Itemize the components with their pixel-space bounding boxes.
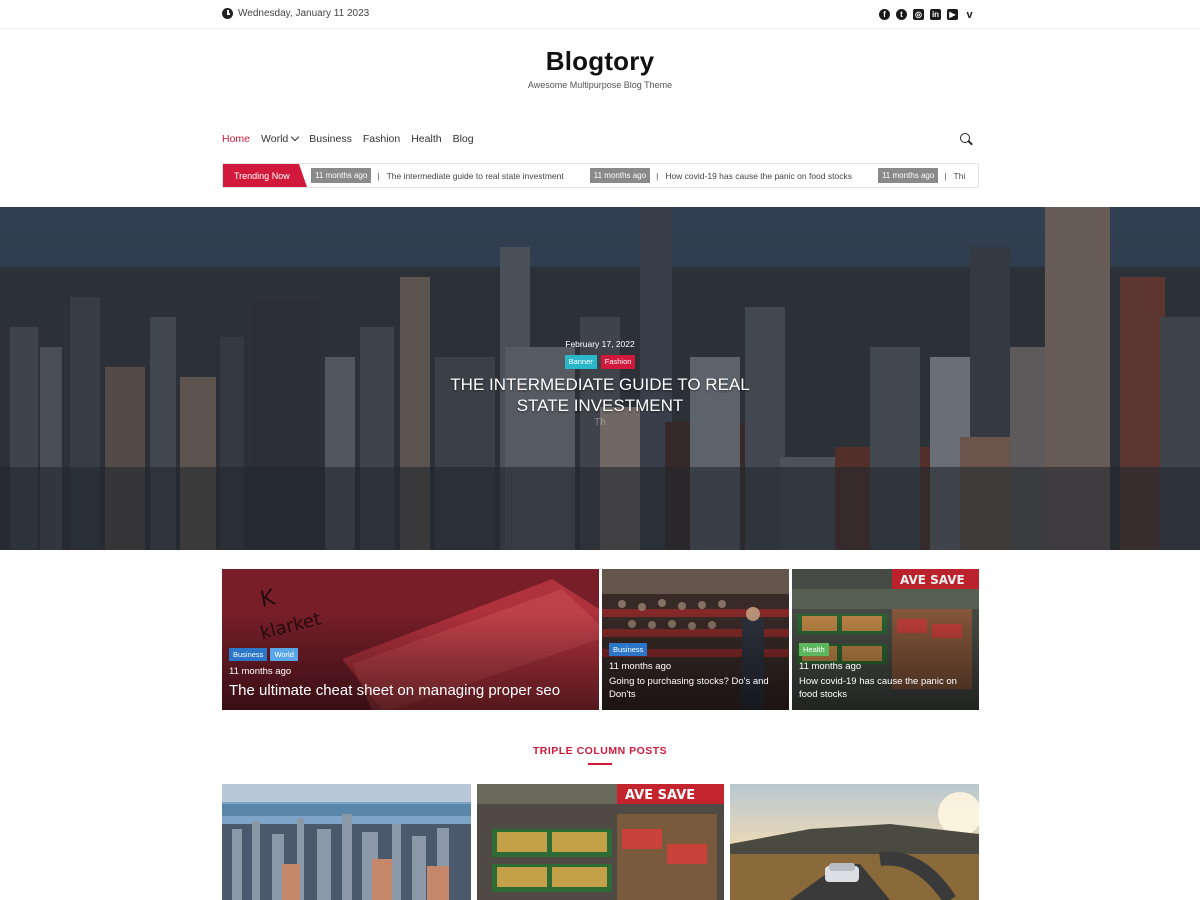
hero-title[interactable]: THE INTERMEDIATE GUIDE TO REAL STATE INV… <box>440 374 760 416</box>
nav-item-blog[interactable]: Blog <box>453 133 474 145</box>
section-title-underline <box>588 763 612 765</box>
hero-content: February 17, 2022 Banner Fashion THE INT… <box>0 339 1200 428</box>
section-title: TRIPLE COLUMN POSTS <box>532 745 668 757</box>
hero-date: February 17, 2022 <box>565 339 635 349</box>
featured-post-meta: Business 11 months ago Going to purchasi… <box>609 642 782 702</box>
trending-item[interactable]: 11 months ago | The intermediate guide t… <box>311 168 564 183</box>
site-tagline: Awesome Multipurpose Blog Theme <box>527 80 673 90</box>
nav-item-home[interactable]: Home <box>222 133 250 145</box>
city-aerial-image <box>222 784 471 900</box>
category-badge-world[interactable]: World <box>270 647 298 661</box>
linkedin-icon[interactable]: in <box>930 9 941 20</box>
site-title[interactable]: Blogtory <box>0 46 1200 77</box>
date-text: Wednesday, January 11 2023 <box>238 8 370 19</box>
road-car-image <box>730 784 979 900</box>
category-badge-business[interactable]: Business <box>229 647 268 661</box>
trending-label: Trending Now <box>223 164 307 187</box>
trending-items: 11 months ago | The intermediate guide t… <box>311 168 978 183</box>
post-thumbnail[interactable] <box>222 784 471 900</box>
post-date: 11 months ago <box>229 666 292 677</box>
post-date: 11 months ago <box>609 661 672 672</box>
trending-item-date: 11 months ago <box>311 168 372 183</box>
nav-item-world[interactable]: World <box>261 132 300 145</box>
post-title[interactable]: How covid-19 has cause the panic on food… <box>799 675 972 701</box>
trending-item-date: 11 months ago <box>589 168 651 183</box>
post-thumbnail[interactable] <box>730 784 979 900</box>
featured-post-large[interactable]: K klarket Business World 11 months ago T… <box>222 569 599 710</box>
category-badge-health[interactable]: Health <box>799 642 829 656</box>
main-navigation: Home World Business Fashion Health Blog <box>222 132 474 145</box>
post-thumbnail[interactable]: AVE SAVE <box>477 784 724 900</box>
youtube-icon[interactable]: ▶ <box>947 9 958 20</box>
hero-excerpt: Th <box>594 416 606 428</box>
twitter-icon[interactable]: t <box>896 9 907 20</box>
trending-item-title[interactable]: Thi <box>954 171 966 181</box>
featured-post-small[interactable]: AVE SAVE Health 11 months ago How covid-… <box>792 569 979 710</box>
hero-banner[interactable]: February 17, 2022 Banner Fashion THE INT… <box>0 207 1200 550</box>
vimeo-icon[interactable]: v <box>964 9 975 21</box>
social-links: f t ◎ in ▶ v <box>879 9 975 21</box>
instagram-icon[interactable]: ◎ <box>913 9 924 20</box>
category-badge-banner[interactable]: Banner <box>564 355 597 369</box>
chevron-down-icon <box>291 132 300 142</box>
trending-item-title[interactable]: The intermediate guide to real state inv… <box>387 171 564 181</box>
featured-post-small[interactable]: Business 11 months ago Going to purchasi… <box>602 569 789 710</box>
featured-post-meta: Business World 11 months ago The ultimat… <box>229 647 592 701</box>
category-badge-business[interactable]: Business <box>609 642 648 656</box>
hero-categories: Banner Fashion <box>0 355 1200 369</box>
trending-ticker: Trending Now 11 months ago | The interme… <box>222 163 979 188</box>
nav-item-health[interactable]: Health <box>411 133 441 145</box>
grocery-store-image: AVE SAVE <box>477 784 724 900</box>
trending-item[interactable]: 11 months ago | How covid-19 has cause t… <box>589 168 852 183</box>
post-date: 11 months ago <box>799 661 862 672</box>
search-icon[interactable] <box>960 133 973 146</box>
category-badge-fashion[interactable]: Fashion <box>600 355 636 369</box>
current-date: Wednesday, January 11 2023 <box>222 8 369 19</box>
top-bar: Wednesday, January 11 2023 f t ◎ in ▶ v <box>0 0 1200 29</box>
nav-item-world-label: World <box>261 133 289 145</box>
facebook-icon[interactable]: f <box>879 9 890 20</box>
nav-item-business[interactable]: Business <box>309 133 352 145</box>
clock-icon <box>222 8 233 19</box>
nav-item-fashion[interactable]: Fashion <box>363 133 400 145</box>
post-title[interactable]: The ultimate cheat sheet on managing pro… <box>229 681 592 700</box>
post-title[interactable]: Going to purchasing stocks? Do's and Don… <box>609 675 782 701</box>
trending-item[interactable]: 11 months ago | Thi <box>877 168 966 183</box>
featured-post-meta: Health 11 months ago How covid-19 has ca… <box>799 642 972 702</box>
trending-item-title[interactable]: How covid-19 has cause the panic on food… <box>665 171 852 181</box>
trending-item-date: 11 months ago <box>877 168 939 183</box>
svg-text:AVE SAVE: AVE SAVE <box>625 788 695 803</box>
